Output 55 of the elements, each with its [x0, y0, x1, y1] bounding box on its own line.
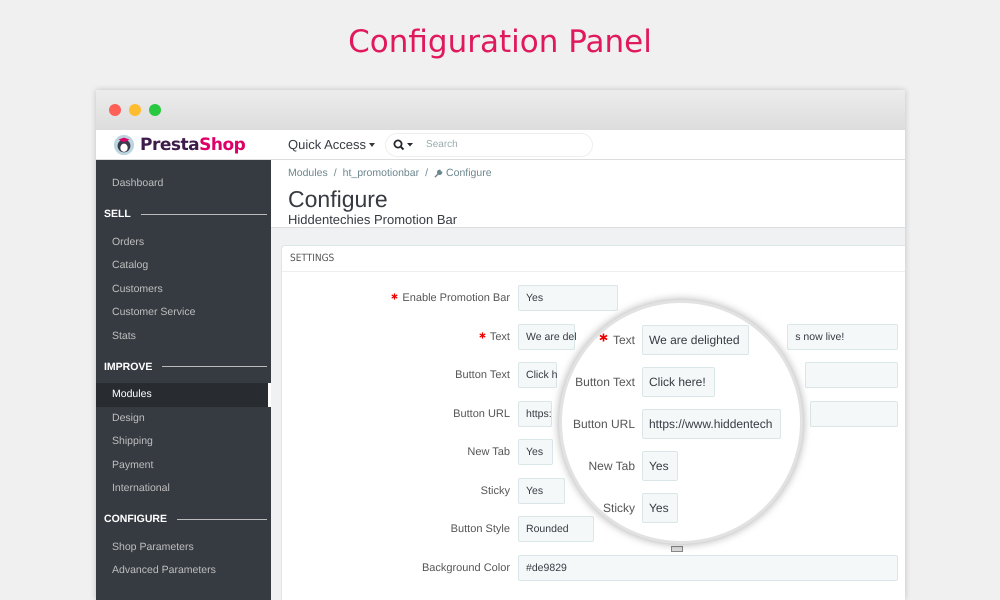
select-field[interactable]: Yes [518, 478, 565, 504]
panel-title: SETTINGS [282, 246, 905, 272]
label-text: New Tab [467, 446, 510, 458]
label-text: Text [612, 333, 635, 347]
sidebar-item[interactable]: Payment [96, 454, 271, 477]
sidebar-item[interactable]: International [96, 477, 271, 500]
select-field[interactable]: Rounded [518, 516, 594, 542]
input-field[interactable]: https: [518, 400, 552, 427]
input-field[interactable]: Yes [642, 493, 678, 523]
select-field[interactable]: Yes [518, 439, 554, 466]
input-field[interactable]: We are delighted [642, 325, 749, 355]
breadcrumb-separator: / [425, 167, 428, 179]
sidebar-item[interactable]: Dashboard [96, 172, 271, 196]
input-field[interactable]: https://www.hiddentech [642, 409, 782, 439]
input-field[interactable]: s now live! [787, 324, 898, 350]
section-label: CONFIGURE [104, 513, 167, 525]
label-text: New Tab [588, 459, 635, 473]
page-heading: Configure [288, 186, 389, 212]
search-field[interactable]: Search [385, 132, 594, 156]
section-label: SELL [104, 208, 131, 220]
input-field[interactable]: We are del [518, 324, 575, 350]
logo-text: PrestaShop [140, 134, 246, 154]
sidebar-item[interactable]: Advanced Parameters [96, 559, 271, 582]
input-field[interactable]: Click here! [642, 367, 715, 397]
label-text: Sticky [602, 501, 635, 515]
breadcrumb-link[interactable]: Configure [446, 167, 492, 179]
label-text: Sticky [480, 484, 510, 497]
page-subtitle: Hiddentechies Promotion Bar [288, 212, 458, 227]
breadcrumb-link[interactable]: ht_promotionbar [342, 167, 420, 179]
breadcrumb-link[interactable]: Modules [288, 167, 328, 179]
sidebar-item[interactable]: Shop Parameters [96, 536, 271, 559]
sidebar-item[interactable]: Stats [96, 324, 271, 348]
sidebar-item[interactable]: Design [96, 406, 271, 430]
label-text: Text [490, 330, 510, 343]
sidebar-item[interactable]: Shipping [96, 430, 271, 454]
sidebar-item[interactable]: Catalog [96, 254, 271, 278]
input-field[interactable]: Yes [642, 451, 678, 481]
label-text: Enable Promotion Bar [402, 292, 510, 304]
input-field[interactable]: Click h [518, 362, 557, 388]
sidebar-item[interactable]: Modules [96, 383, 271, 406]
section-label: IMPROVE [104, 360, 152, 372]
sidebar-item[interactable]: Customers [96, 278, 271, 301]
label-text: Button Style [450, 523, 510, 536]
label-text: Button Text [455, 369, 510, 382]
quick-access-menu[interactable]: Quick Access [288, 137, 376, 152]
label-text: Button URL [572, 417, 635, 431]
input-field[interactable]: #de9829 [518, 554, 898, 581]
sidebar-item[interactable]: Orders [96, 230, 271, 254]
select-field[interactable]: Yes [518, 285, 618, 312]
breadcrumb-separator: / [334, 167, 337, 179]
sidebar-item[interactable]: Customer Service [96, 301, 271, 324]
label-text: Button Text [575, 375, 635, 389]
label-text: Background Color [422, 562, 510, 574]
label-text: Button URL [453, 408, 510, 420]
page-title: Configuration Panel [348, 24, 652, 60]
